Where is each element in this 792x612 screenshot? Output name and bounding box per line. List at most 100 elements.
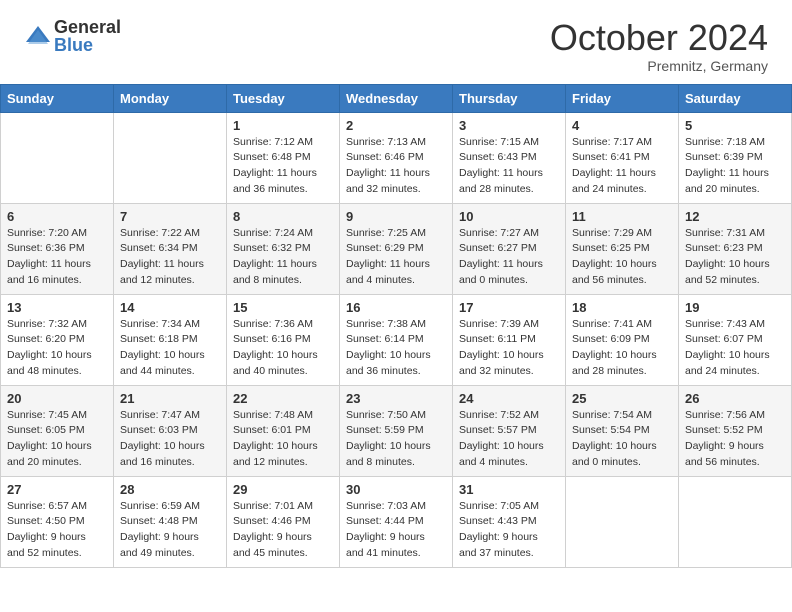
calendar-cell: 16 Sunrise: 7:38 AMSunset: 6:14 PMDayligh… — [340, 294, 453, 385]
day-info: Sunrise: 7:25 AMSunset: 6:29 PMDaylight:… — [346, 226, 446, 289]
calendar-cell — [1, 112, 114, 203]
day-info: Sunrise: 7:15 AMSunset: 6:43 PMDaylight:… — [459, 135, 559, 198]
day-number: 27 — [7, 482, 107, 497]
calendar-header-thursday: Thursday — [453, 84, 566, 112]
day-number: 14 — [120, 300, 220, 315]
page-header: General Blue October 2024 Premnitz, Germ… — [0, 0, 792, 84]
day-info: Sunrise: 7:17 AMSunset: 6:41 PMDaylight:… — [572, 135, 672, 198]
calendar-header-monday: Monday — [114, 84, 227, 112]
calendar-header-wednesday: Wednesday — [340, 84, 453, 112]
day-info: Sunrise: 7:18 AMSunset: 6:39 PMDaylight:… — [685, 135, 785, 198]
day-info: Sunrise: 7:41 AMSunset: 6:09 PMDaylight:… — [572, 317, 672, 380]
day-info: Sunrise: 7:31 AMSunset: 6:23 PMDaylight:… — [685, 226, 785, 289]
day-info: Sunrise: 7:36 AMSunset: 6:16 PMDaylight:… — [233, 317, 333, 380]
day-number: 19 — [685, 300, 785, 315]
day-number: 17 — [459, 300, 559, 315]
day-info: Sunrise: 7:39 AMSunset: 6:11 PMDaylight:… — [459, 317, 559, 380]
day-number: 13 — [7, 300, 107, 315]
calendar-cell: 9 Sunrise: 7:25 AMSunset: 6:29 PMDaylight… — [340, 203, 453, 294]
day-info: Sunrise: 6:57 AMSunset: 4:50 PMDaylight:… — [7, 499, 107, 562]
calendar-cell — [566, 476, 679, 567]
day-number: 23 — [346, 391, 446, 406]
calendar-cell: 29 Sunrise: 7:01 AMSunset: 4:46 PMDayligh… — [227, 476, 340, 567]
calendar-cell: 6Sunrise: 7:20 AMSunset: 6:36 PMDaylight… — [1, 203, 114, 294]
day-info: Sunrise: 6:59 AMSunset: 4:48 PMDaylight:… — [120, 499, 220, 562]
calendar-cell: 15 Sunrise: 7:36 AMSunset: 6:16 PMDayligh… — [227, 294, 340, 385]
day-number: 21 — [120, 391, 220, 406]
calendar-cell: 28Sunrise: 6:59 AMSunset: 4:48 PMDayligh… — [114, 476, 227, 567]
day-info: Sunrise: 7:48 AMSunset: 6:01 PMDaylight:… — [233, 408, 333, 471]
calendar-cell: 1Sunrise: 7:12 AMSunset: 6:48 PMDaylight… — [227, 112, 340, 203]
day-info: Sunrise: 7:47 AMSunset: 6:03 PMDaylight:… — [120, 408, 220, 471]
calendar-header-sunday: Sunday — [1, 84, 114, 112]
day-info: Sunrise: 7:56 AMSunset: 5:52 PMDaylight:… — [685, 408, 785, 471]
day-number: 4 — [572, 118, 672, 133]
month-title: October 2024 — [550, 18, 768, 58]
logo-icon — [24, 22, 52, 50]
day-info: Sunrise: 7:01 AMSunset: 4:46 PMDaylight:… — [233, 499, 333, 562]
day-number: 2 — [346, 118, 446, 133]
calendar-table: SundayMondayTuesdayWednesdayThursdayFrid… — [0, 84, 792, 568]
calendar-cell: 20Sunrise: 7:45 AMSunset: 6:05 PMDayligh… — [1, 385, 114, 476]
day-info: Sunrise: 7:13 AMSunset: 6:46 PMDaylight:… — [346, 135, 446, 198]
calendar-cell: 25 Sunrise: 7:54 AMSunset: 5:54 PMDayligh… — [566, 385, 679, 476]
day-info: Sunrise: 7:27 AMSunset: 6:27 PMDaylight:… — [459, 226, 559, 289]
day-info: Sunrise: 7:52 AMSunset: 5:57 PMDaylight:… — [459, 408, 559, 471]
day-number: 9 — [346, 209, 446, 224]
logo-blue: Blue — [54, 36, 121, 54]
calendar-cell: 19Sunrise: 7:43 AMSunset: 6:07 PMDayligh… — [679, 294, 792, 385]
calendar-header-row: SundayMondayTuesdayWednesdayThursdayFrid… — [1, 84, 792, 112]
day-number: 31 — [459, 482, 559, 497]
calendar-week-row-3: 13 Sunrise: 7:32 AMSunset: 6:20 PMDayligh… — [1, 294, 792, 385]
calendar-cell: 3 Sunrise: 7:15 AMSunset: 6:43 PMDaylight… — [453, 112, 566, 203]
day-info: Sunrise: 7:38 AMSunset: 6:14 PMDaylight:… — [346, 317, 446, 380]
calendar-cell: 13 Sunrise: 7:32 AMSunset: 6:20 PMDayligh… — [1, 294, 114, 385]
calendar-cell — [679, 476, 792, 567]
calendar-cell: 27 Sunrise: 6:57 AMSunset: 4:50 PMDayligh… — [1, 476, 114, 567]
day-number: 11 — [572, 209, 672, 224]
calendar-cell: 17 Sunrise: 7:39 AMSunset: 6:11 PMDayligh… — [453, 294, 566, 385]
calendar-cell: 22 Sunrise: 7:48 AMSunset: 6:01 PMDayligh… — [227, 385, 340, 476]
day-info: Sunrise: 7:54 AMSunset: 5:54 PMDaylight:… — [572, 408, 672, 471]
calendar-cell: 8 Sunrise: 7:24 AMSunset: 6:32 PMDaylight… — [227, 203, 340, 294]
calendar-header-saturday: Saturday — [679, 84, 792, 112]
calendar-cell: 14 Sunrise: 7:34 AMSunset: 6:18 PMDayligh… — [114, 294, 227, 385]
day-info: Sunrise: 7:12 AMSunset: 6:48 PMDaylight:… — [233, 135, 333, 198]
calendar-week-row-2: 6Sunrise: 7:20 AMSunset: 6:36 PMDaylight… — [1, 203, 792, 294]
calendar-cell: 5 Sunrise: 7:18 AMSunset: 6:39 PMDaylight… — [679, 112, 792, 203]
calendar-header-friday: Friday — [566, 84, 679, 112]
day-number: 5 — [685, 118, 785, 133]
day-number: 10 — [459, 209, 559, 224]
day-number: 25 — [572, 391, 672, 406]
logo-text: General Blue — [54, 18, 121, 54]
calendar-cell: 4 Sunrise: 7:17 AMSunset: 6:41 PMDaylight… — [566, 112, 679, 203]
calendar-cell: 11 Sunrise: 7:29 AMSunset: 6:25 PMDayligh… — [566, 203, 679, 294]
day-number: 15 — [233, 300, 333, 315]
day-info: Sunrise: 7:34 AMSunset: 6:18 PMDaylight:… — [120, 317, 220, 380]
calendar-cell — [114, 112, 227, 203]
day-info: Sunrise: 7:24 AMSunset: 6:32 PMDaylight:… — [233, 226, 333, 289]
calendar-cell: 21 Sunrise: 7:47 AMSunset: 6:03 PMDayligh… — [114, 385, 227, 476]
calendar-week-row-1: 1Sunrise: 7:12 AMSunset: 6:48 PMDaylight… — [1, 112, 792, 203]
day-info: Sunrise: 7:50 AMSunset: 5:59 PMDaylight:… — [346, 408, 446, 471]
calendar-week-row-5: 27 Sunrise: 6:57 AMSunset: 4:50 PMDayligh… — [1, 476, 792, 567]
day-number: 16 — [346, 300, 446, 315]
day-number: 29 — [233, 482, 333, 497]
day-number: 7 — [120, 209, 220, 224]
day-info: Sunrise: 7:20 AMSunset: 6:36 PMDaylight:… — [7, 226, 107, 289]
day-info: Sunrise: 7:22 AMSunset: 6:34 PMDaylight:… — [120, 226, 220, 289]
logo: General Blue — [24, 18, 121, 54]
day-number: 24 — [459, 391, 559, 406]
calendar-cell: 24 Sunrise: 7:52 AMSunset: 5:57 PMDayligh… — [453, 385, 566, 476]
day-number: 3 — [459, 118, 559, 133]
day-info: Sunrise: 7:05 AMSunset: 4:43 PMDaylight:… — [459, 499, 559, 562]
location: Premnitz, Germany — [550, 58, 768, 74]
day-info: Sunrise: 7:29 AMSunset: 6:25 PMDaylight:… — [572, 226, 672, 289]
calendar-cell: 31 Sunrise: 7:05 AMSunset: 4:43 PMDayligh… — [453, 476, 566, 567]
day-number: 22 — [233, 391, 333, 406]
day-info: Sunrise: 7:32 AMSunset: 6:20 PMDaylight:… — [7, 317, 107, 380]
calendar-cell: 12Sunrise: 7:31 AMSunset: 6:23 PMDayligh… — [679, 203, 792, 294]
day-number: 8 — [233, 209, 333, 224]
calendar-cell: 2 Sunrise: 7:13 AMSunset: 6:46 PMDaylight… — [340, 112, 453, 203]
calendar-cell: 26Sunrise: 7:56 AMSunset: 5:52 PMDayligh… — [679, 385, 792, 476]
